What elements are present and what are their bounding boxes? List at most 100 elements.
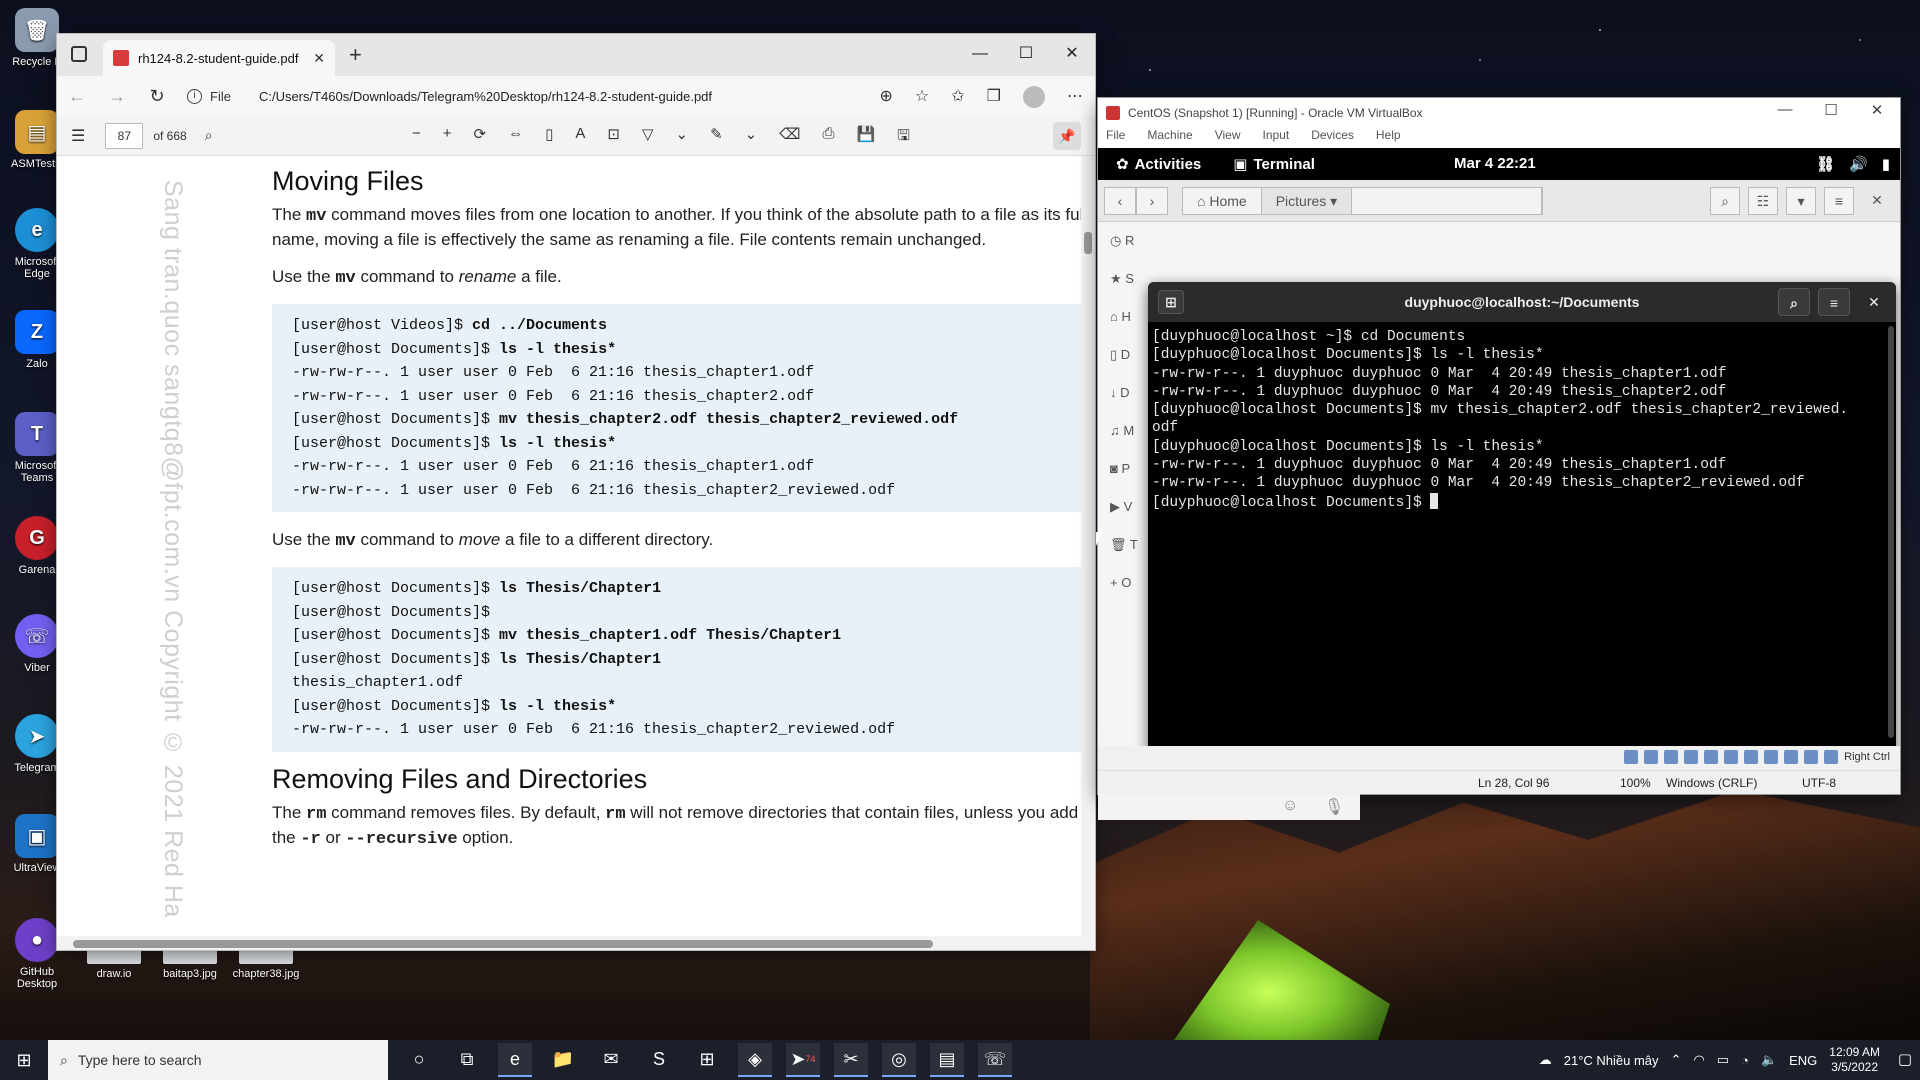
notepad-icon[interactable]: ▤ bbox=[930, 1043, 964, 1077]
favorites-icon[interactable]: ✩ bbox=[951, 86, 964, 108]
table-of-contents-icon[interactable]: ☰ bbox=[71, 126, 85, 146]
sidebar-item-recent[interactable]: ◷ R bbox=[1098, 222, 1146, 260]
emoji-icon[interactable]: ☺ bbox=[1282, 797, 1298, 815]
zoom-in-icon[interactable]: + bbox=[443, 125, 452, 150]
collections-icon[interactable]: ❐ bbox=[987, 86, 1001, 108]
sidebar-item-trash[interactable]: 🗑 T bbox=[1098, 526, 1146, 564]
forward-button[interactable]: → bbox=[97, 86, 137, 107]
gnome-system-tray[interactable]: ⛓ 🔊 ▮ bbox=[1816, 155, 1890, 173]
pdf-viewport[interactable]: Sang tran.quoc sangtq8@fpt.com.vn Copyri… bbox=[57, 156, 1095, 950]
start-button[interactable]: ⊞ bbox=[0, 1050, 48, 1071]
sidebar-item-music[interactable]: ♫ M bbox=[1098, 412, 1146, 450]
mail-icon[interactable]: ✉ bbox=[594, 1043, 628, 1077]
hard-disk-icon[interactable] bbox=[1624, 750, 1639, 764]
new-tab-button[interactable]: + bbox=[349, 42, 362, 68]
minimize-button[interactable]: — bbox=[957, 42, 1003, 66]
rotate-icon[interactable]: ⟳ bbox=[474, 125, 487, 150]
network-icon[interactable] bbox=[1684, 750, 1699, 764]
activities-button[interactable]: ✿ Activities bbox=[1116, 155, 1201, 174]
profile-avatar[interactable] bbox=[1023, 86, 1045, 108]
path-pictures[interactable]: Pictures ▾ bbox=[1261, 187, 1353, 214]
audio-icon[interactable] bbox=[1664, 750, 1679, 764]
vm-display[interactable]: ✿ Activities ▣ Terminal Mar 4 22:21 ⛓ 🔊 ▮ … bbox=[1098, 148, 1900, 746]
zoom-icon[interactable]: ⊕ bbox=[880, 86, 893, 108]
sidebar-item-starred[interactable]: ★ S bbox=[1098, 260, 1146, 298]
app-menu-terminal[interactable]: ▣ Terminal bbox=[1233, 155, 1315, 174]
desktop-file-drawio[interactable]: draw.io bbox=[76, 948, 152, 980]
close-window-button[interactable]: ✕ bbox=[1049, 42, 1095, 66]
file-explorer-icon[interactable]: 📁 bbox=[546, 1043, 580, 1077]
menu-file[interactable]: File bbox=[1106, 128, 1125, 148]
tab-actions-icon[interactable] bbox=[71, 46, 87, 62]
pdf-horizontal-scrollbar[interactable] bbox=[57, 936, 1081, 950]
search-icon[interactable]: ⌕ bbox=[1710, 187, 1740, 215]
highlight-icon[interactable]: ✎ bbox=[710, 125, 723, 150]
sublime-text-icon[interactable]: S bbox=[642, 1043, 676, 1077]
read-aloud-icon[interactable]: A bbox=[575, 125, 585, 150]
minimize-button[interactable]: — bbox=[1762, 101, 1808, 119]
taskbar-edge-icon[interactable]: e bbox=[498, 1043, 532, 1077]
more-menu-icon[interactable]: ⋯ bbox=[1067, 86, 1083, 108]
task-view-icon[interactable]: ⧉ bbox=[450, 1043, 484, 1077]
sidebar-item-videos[interactable]: ▶ V bbox=[1098, 488, 1146, 526]
page-view-icon[interactable]: ▯ bbox=[545, 125, 553, 150]
sidebar-item-documents[interactable]: ▯ D bbox=[1098, 336, 1146, 374]
draw-icon[interactable]: ▽ bbox=[642, 125, 654, 150]
snipping-tool-icon[interactable]: ✂ bbox=[834, 1043, 868, 1077]
menu-help[interactable]: Help bbox=[1376, 128, 1401, 148]
scroll-thumb[interactable] bbox=[73, 940, 933, 948]
save-icon[interactable]: 💾 bbox=[856, 125, 875, 150]
pdf-vertical-scrollbar[interactable] bbox=[1081, 156, 1095, 950]
sidebar-item-home[interactable]: ⌂ H bbox=[1098, 298, 1146, 336]
menu-machine[interactable]: Machine bbox=[1147, 128, 1192, 148]
weather-text[interactable]: 21°C Nhiều mây bbox=[1564, 1053, 1659, 1068]
menu-view[interactable]: View bbox=[1215, 128, 1241, 148]
site-info[interactable]: i File bbox=[187, 88, 231, 104]
mouse-integration-icon[interactable] bbox=[1804, 750, 1819, 764]
forward-button[interactable]: › bbox=[1136, 186, 1168, 215]
search-icon[interactable]: ⌕ bbox=[205, 127, 213, 144]
page-number-input[interactable]: 87 bbox=[105, 122, 144, 149]
recording-icon[interactable] bbox=[1764, 750, 1779, 764]
cpu-icon[interactable] bbox=[1784, 750, 1799, 764]
menu-devices[interactable]: Devices bbox=[1311, 128, 1354, 148]
menu-input[interactable]: Input bbox=[1263, 128, 1290, 148]
pin-toolbar-icon[interactable]: 📌 bbox=[1053, 122, 1081, 150]
eraser-icon[interactable]: ⌫ bbox=[779, 125, 800, 150]
view-list-icon[interactable]: ☷ bbox=[1748, 187, 1778, 215]
search-icon[interactable]: ⌕ bbox=[1778, 288, 1810, 316]
network-icon[interactable]: ◠ bbox=[1693, 1052, 1704, 1068]
terminal-output[interactable]: [duyphuoc@localhost ~]$ cd Documents [duy… bbox=[1148, 322, 1896, 518]
highlight-options-icon[interactable]: ⌄ bbox=[745, 125, 758, 150]
desktop-file-baitap3[interactable]: baitap3.jpg bbox=[152, 948, 228, 980]
optical-drive-icon[interactable] bbox=[1644, 750, 1659, 764]
virtualbox-icon[interactable]: ◈ bbox=[738, 1043, 772, 1077]
store-icon[interactable]: ⊞ bbox=[690, 1043, 724, 1077]
text-box-icon[interactable]: ⊡ bbox=[607, 125, 620, 150]
taskbar-search[interactable]: ⌕ Type here to search bbox=[48, 1040, 388, 1080]
gnome-clock[interactable]: Mar 4 22:21 bbox=[1454, 155, 1536, 172]
maximize-button[interactable]: ☐ bbox=[1808, 101, 1854, 119]
new-tab-icon[interactable]: ⊞ bbox=[1158, 290, 1184, 314]
back-button[interactable]: ← bbox=[57, 86, 97, 107]
close-icon[interactable]: ✕ bbox=[1862, 187, 1892, 215]
sidebar-item-downloads[interactable]: ↓ D bbox=[1098, 374, 1146, 412]
fit-page-icon[interactable]: ⇔ bbox=[508, 125, 523, 150]
volume-icon[interactable]: 🔈 bbox=[1761, 1052, 1777, 1068]
sidebar-item-pictures[interactable]: ◙ P bbox=[1098, 450, 1146, 488]
notification-center-icon[interactable]: ▢ bbox=[1898, 1050, 1912, 1068]
terminal-scrollbar[interactable] bbox=[1888, 326, 1894, 738]
usb-icon[interactable] bbox=[1704, 750, 1719, 764]
view-options-icon[interactable]: ▾ bbox=[1786, 187, 1816, 215]
sidebar-item-other[interactable]: + O bbox=[1098, 564, 1146, 602]
language-indicator[interactable]: ENG bbox=[1789, 1053, 1817, 1068]
terminal-window[interactable]: ⊞ duyphuoc@localhost:~/Documents ⌕ ≡ ✕ [… bbox=[1148, 282, 1896, 746]
microphone-icon[interactable]: 🎙 bbox=[1324, 797, 1344, 817]
refresh-button[interactable]: ↻ bbox=[137, 86, 177, 107]
close-icon[interactable]: ✕ bbox=[1858, 288, 1890, 316]
hamburger-menu-icon[interactable]: ≡ bbox=[1824, 187, 1854, 215]
shared-folders-icon[interactable] bbox=[1724, 750, 1739, 764]
battery-icon[interactable]: ▭ bbox=[1717, 1052, 1729, 1068]
display-icon[interactable] bbox=[1744, 750, 1759, 764]
show-hidden-icons[interactable]: ⌃ bbox=[1671, 1052, 1682, 1068]
